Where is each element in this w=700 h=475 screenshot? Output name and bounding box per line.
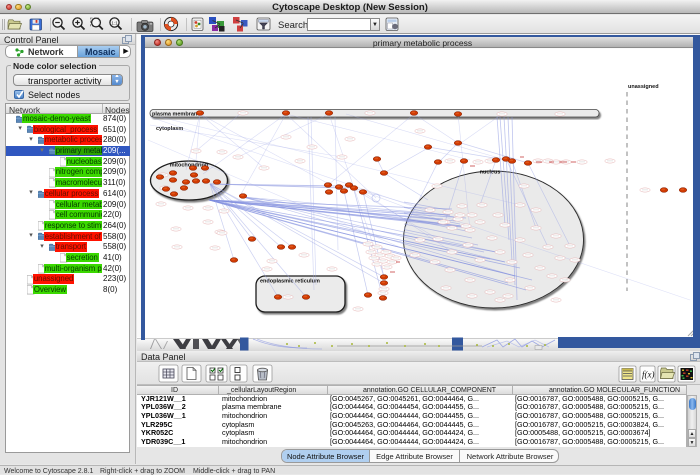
svg-text:unassigned: unassigned <box>628 84 659 90</box>
svg-text:Search:: Search: <box>278 20 311 31</box>
svg-text:nucleus: nucleus <box>480 170 501 176</box>
svg-text:f(x): f(x) <box>642 369 655 379</box>
svg-text:plasma membrane: plasma membrane <box>152 112 200 118</box>
svg-text:1:1: 1:1 <box>111 21 118 26</box>
